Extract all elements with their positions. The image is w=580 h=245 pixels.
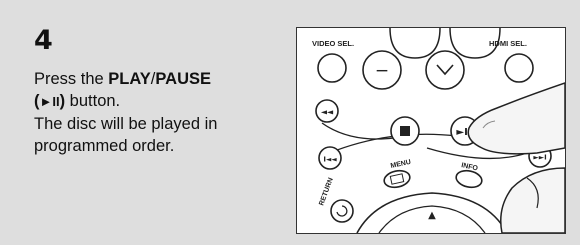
instruction-text: Press the PLAY/PAUSE (►II) button. The d… bbox=[34, 68, 279, 157]
instruction-pause-word: PAUSE bbox=[155, 70, 212, 88]
return-button[interactable] bbox=[330, 199, 354, 223]
instruction-line-1: Press the PLAY/PAUSE bbox=[34, 68, 279, 90]
instruction-play-word: PLAY bbox=[108, 70, 151, 88]
play-pause-symbol: ►II bbox=[39, 94, 60, 109]
instruction-panel: 4 Press the PLAY/PAUSE (►II) button. The… bbox=[0, 0, 580, 245]
hdmi-sel-button[interactable] bbox=[504, 53, 534, 83]
rewind-icon: ◄◄ bbox=[321, 108, 334, 117]
video-sel-button[interactable] bbox=[317, 53, 347, 83]
instruction-line-4: programmed order. bbox=[34, 137, 175, 155]
minus-icon: − bbox=[375, 61, 389, 81]
remote-control-photo: VIDEO SEL. HDMI SEL. − ◄◄ ►II I◄◄ ►►I ME… bbox=[296, 27, 566, 234]
step-number: 4 bbox=[34, 25, 53, 56]
instruction-line-3: The disc will be played in bbox=[34, 115, 218, 133]
stop-icon bbox=[400, 126, 410, 136]
instruction-line-2: (►II) button. bbox=[34, 90, 279, 113]
hdmi-sel-label: HDMI SEL. bbox=[489, 39, 527, 48]
instruction-button-text: button. bbox=[65, 92, 121, 110]
instruction-press-text: Press the bbox=[34, 70, 109, 88]
remote-illustration: VIDEO SEL. HDMI SEL. − ◄◄ ►II I◄◄ ►►I ME… bbox=[297, 28, 565, 233]
video-sel-label: VIDEO SEL. bbox=[312, 39, 354, 48]
skip-forward-icon: ►►I bbox=[533, 154, 546, 162]
up-arrow-icon: ▲ bbox=[428, 210, 436, 221]
skip-back-icon: I◄◄ bbox=[323, 156, 337, 164]
down-button[interactable] bbox=[425, 50, 465, 90]
